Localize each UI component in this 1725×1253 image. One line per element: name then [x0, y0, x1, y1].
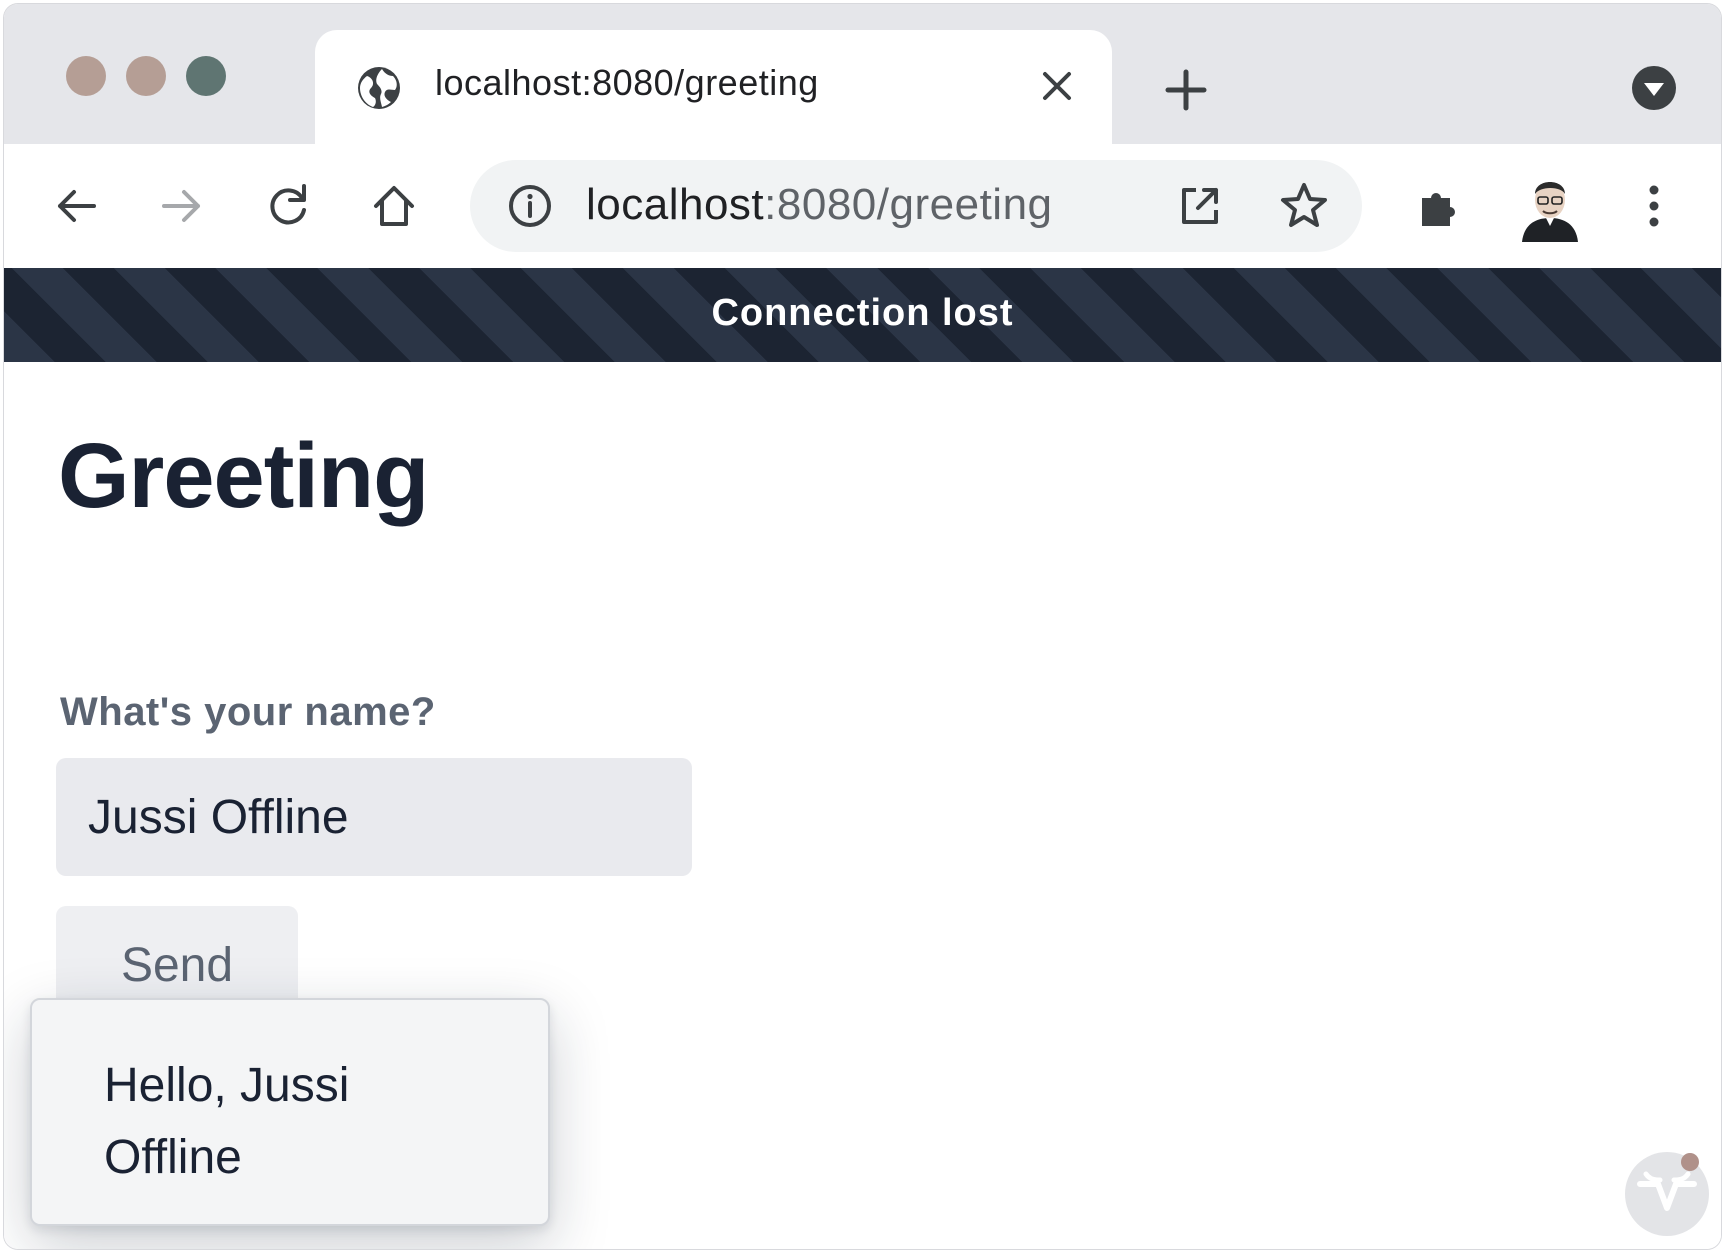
home-icon[interactable]: [368, 180, 420, 232]
greeting-notification: Hello, Jussi Offline: [30, 998, 550, 1226]
extensions-icon[interactable]: [1412, 180, 1464, 232]
name-input[interactable]: [56, 758, 692, 876]
address-bar[interactable]: localhost:8080/greeting: [470, 160, 1362, 252]
active-tab[interactable]: localhost:8080/greeting: [315, 30, 1112, 148]
page-content: Greeting What's your name? Send Hello, J…: [4, 362, 1721, 1249]
forward-arrow-icon[interactable]: [156, 180, 208, 232]
connection-lost-text: Connection lost: [711, 292, 1014, 334]
close-tab-icon[interactable]: [1037, 66, 1077, 106]
tab-strip: localhost:8080/greeting: [4, 4, 1721, 148]
address-url[interactable]: localhost:8080/greeting: [586, 180, 1053, 230]
browser-window: localhost:8080/greeting localhost:8080/g…: [4, 4, 1721, 1249]
tab-title: localhost:8080/greeting: [435, 62, 819, 103]
open-in-app-icon[interactable]: [1176, 182, 1224, 230]
tab-search-icon[interactable]: [1630, 64, 1678, 112]
new-tab-icon[interactable]: [1162, 66, 1210, 114]
more-menu-icon[interactable]: [1628, 180, 1680, 232]
zoom-window-button[interactable]: [186, 56, 226, 96]
page-title: Greeting: [58, 425, 429, 527]
vaadin-dev-tools-icon[interactable]: [1620, 1144, 1714, 1238]
notification-text: Hello, Jussi Offline: [104, 1059, 350, 1184]
browser-toolbar: localhost:8080/greeting: [4, 144, 1721, 268]
url-path: :8080/greeting: [764, 180, 1053, 229]
close-window-button[interactable]: [66, 56, 106, 96]
url-host: localhost: [586, 180, 765, 229]
name-field-label: What's your name?: [60, 690, 436, 734]
globe-icon: [358, 67, 400, 109]
back-arrow-icon[interactable]: [50, 180, 102, 232]
bookmark-star-icon[interactable]: [1278, 180, 1330, 232]
minimize-window-button[interactable]: [126, 56, 166, 96]
reload-icon[interactable]: [262, 180, 314, 232]
profile-avatar[interactable]: [1516, 170, 1584, 242]
site-info-icon[interactable]: [506, 182, 554, 230]
connection-lost-banner: Connection lost: [4, 268, 1721, 362]
